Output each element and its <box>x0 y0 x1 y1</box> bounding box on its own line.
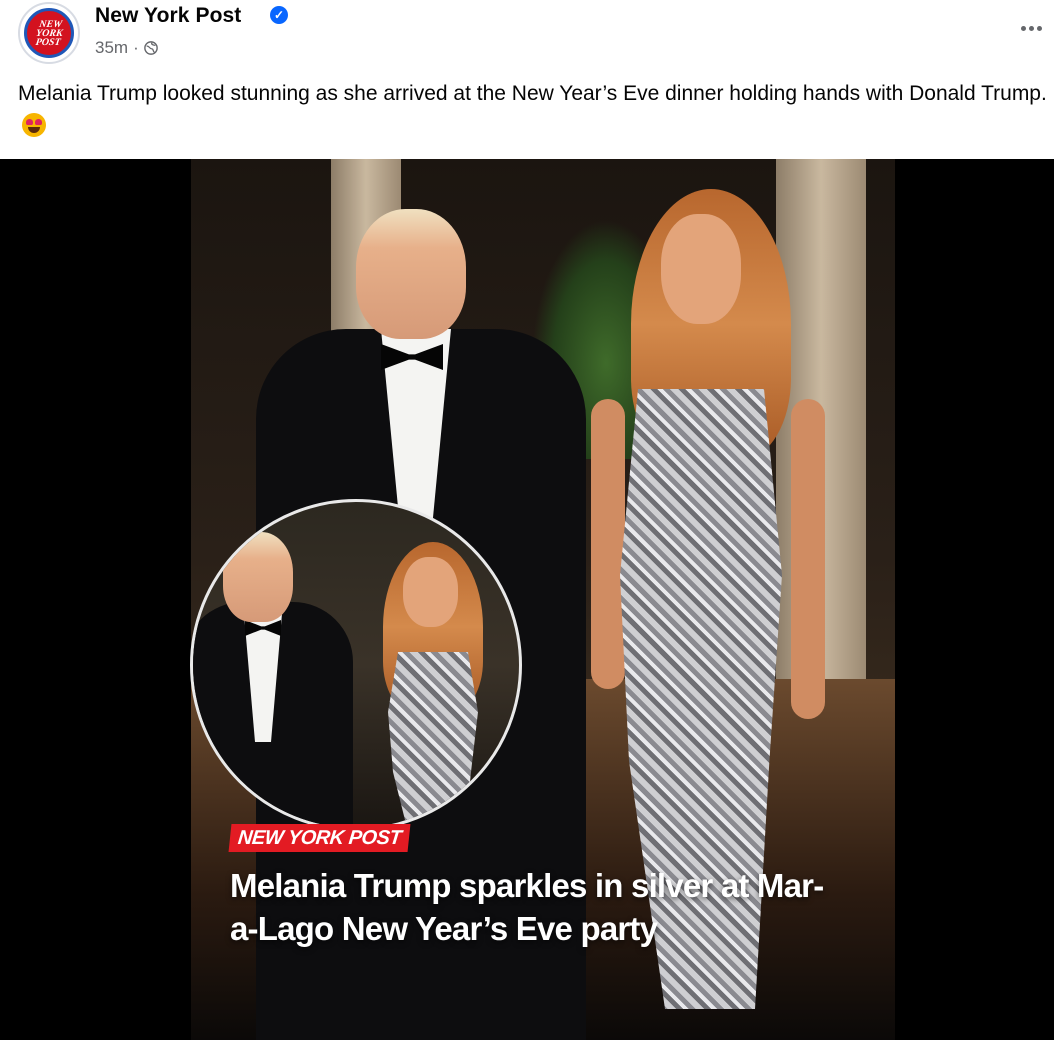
more-dot <box>1036 25 1042 31</box>
meta-separator: · <box>133 38 139 57</box>
post-timestamp[interactable]: 35m <box>95 38 128 58</box>
caption-text: Melania Trump looked stunning as she arr… <box>18 82 1047 105</box>
page-name[interactable]: New York Post <box>95 4 241 28</box>
post-caption: Melania Trump looked stunning as she arr… <box>18 77 1054 143</box>
more-dot <box>1020 25 1026 31</box>
post-header: NEW YORK POST New York Post ✓ 35m · <box>0 0 1054 75</box>
more-options-icon[interactable] <box>1016 18 1046 38</box>
heart-eyes-emoji-icon <box>22 113 46 137</box>
page-avatar[interactable]: NEW YORK POST <box>18 2 80 64</box>
globe-icon <box>143 41 158 55</box>
more-dot <box>1028 25 1034 31</box>
brand-badge: NEW YORK POST <box>228 824 411 852</box>
verified-badge-icon: ✓ <box>270 6 288 24</box>
post-meta: 35m · <box>95 38 158 58</box>
logo-text: NEW YORK POST <box>34 18 64 48</box>
inset-circle-photo <box>190 499 522 831</box>
post-media[interactable]: NEW YORK POST Melania Trump sparkles in … <box>0 159 1054 1040</box>
new-york-post-logo: NEW YORK POST <box>24 8 74 58</box>
facebook-post: NEW YORK POST New York Post ✓ 35m · Mela… <box>0 0 1054 1040</box>
media-headline: Melania Trump sparkles in silver at Mar-… <box>230 867 824 947</box>
